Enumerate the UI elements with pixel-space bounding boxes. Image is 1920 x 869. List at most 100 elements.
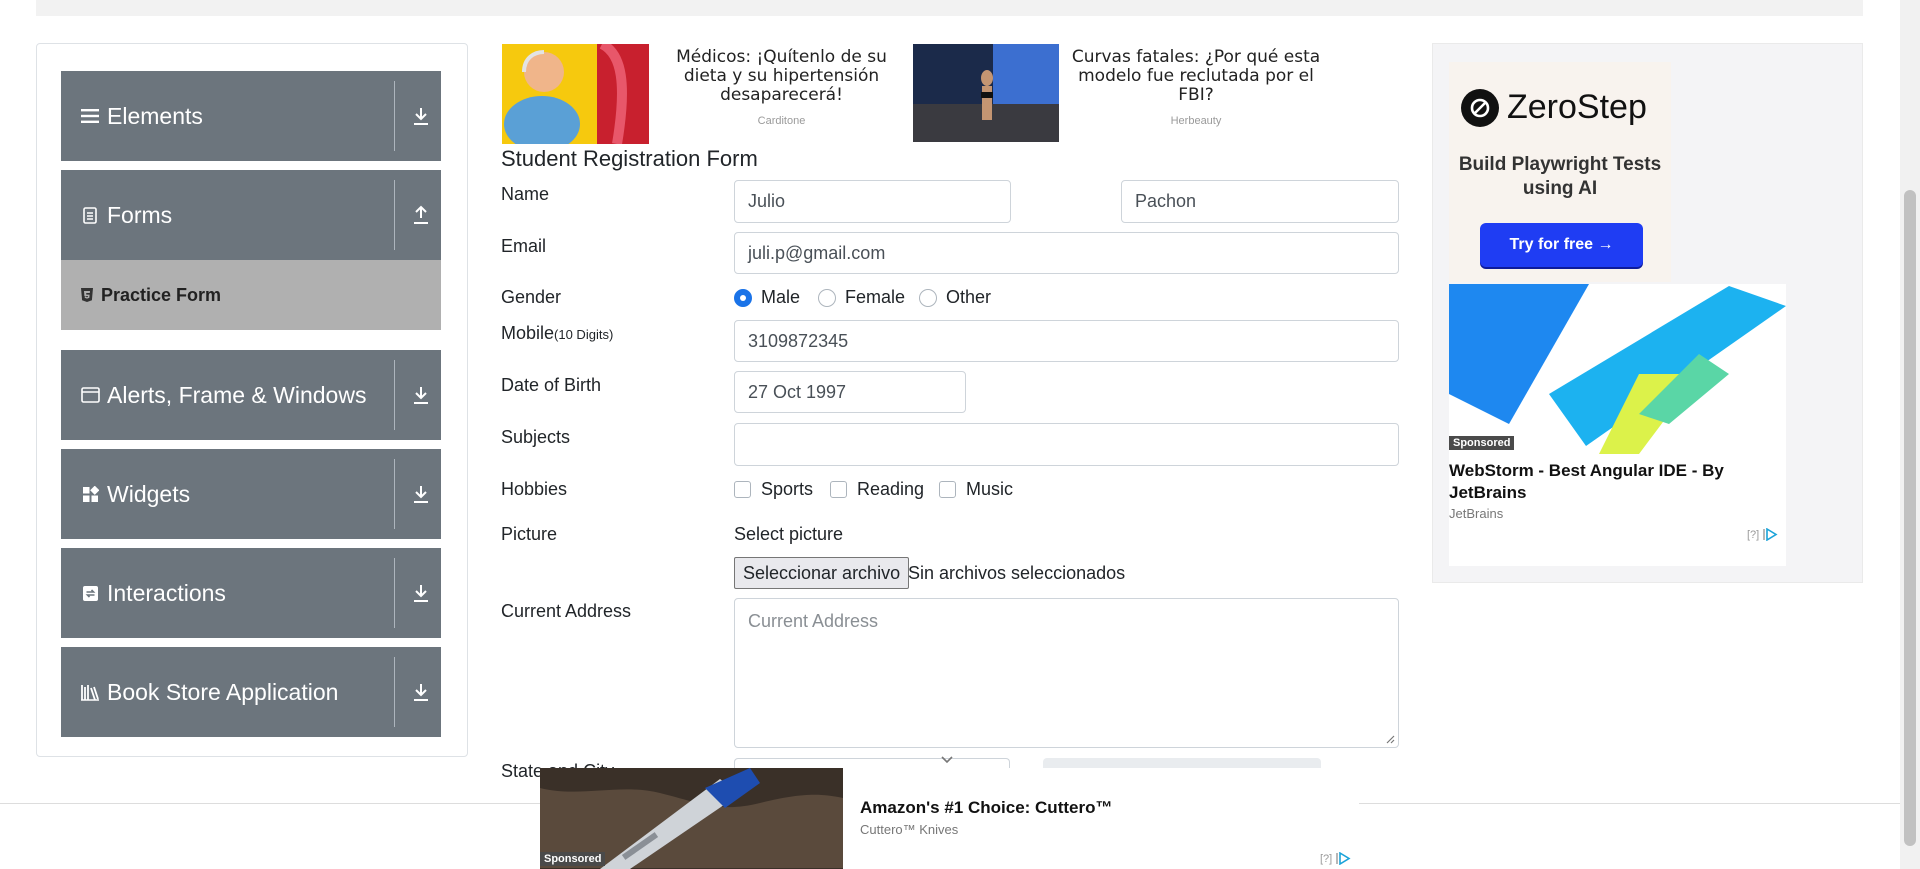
name-label: Name xyxy=(501,184,550,204)
footer-divider xyxy=(0,803,540,804)
date-of-birth-input[interactable]: 27 Oct 1997 xyxy=(734,371,966,413)
divider xyxy=(394,558,395,628)
checkbox-label: Sports xyxy=(761,479,814,499)
sponsored-badge: Sponsored xyxy=(540,852,606,866)
window-icon xyxy=(79,384,101,406)
ad-choices-label: [?] xyxy=(1747,528,1760,541)
radio-selected-icon xyxy=(734,288,752,307)
top-banner-strip xyxy=(36,0,1863,16)
sidebar: Elements Forms Practice Form Alerts, Fra… xyxy=(36,43,468,757)
ad-image xyxy=(913,44,1059,142)
checkbox-label: Reading xyxy=(857,479,925,499)
ad-source: Herbeauty xyxy=(1170,115,1222,127)
sidebar-group-widgets[interactable]: Widgets xyxy=(61,449,441,539)
email-input[interactable]: juli.p@gmail.com xyxy=(734,232,1399,274)
interaction-icon xyxy=(79,582,101,604)
radio-icon xyxy=(919,288,937,307)
file-status: Sin archivos seleccionados xyxy=(908,563,1126,583)
download-arrow-icon[interactable] xyxy=(409,383,433,407)
sidebar-group-book-store[interactable]: Book Store Application xyxy=(61,647,441,737)
html5-icon xyxy=(79,287,95,303)
hobby-checkbox-reading[interactable]: Reading xyxy=(830,479,924,500)
bottom-ad-title[interactable]: Amazon's #1 Choice: Cuttero™ xyxy=(860,798,1112,818)
divider xyxy=(394,180,395,250)
zerostep-brand: ZeroStep xyxy=(1461,88,1647,127)
download-arrow-icon[interactable] xyxy=(409,680,433,704)
first-name-input[interactable]: Julio xyxy=(734,180,1011,223)
ad-source: Carditone xyxy=(757,115,806,127)
native-ad-2[interactable]: Curvas fatales: ¿Por qué esta modelo fue… xyxy=(913,44,1329,144)
webstorm-ad-title[interactable]: WebStorm - Best Angular IDE - By JetBrai… xyxy=(1449,460,1769,504)
gender-radio-male[interactable]: Male xyxy=(734,287,800,308)
sponsored-badge: Sponsored xyxy=(1449,436,1515,450)
chevron-down-icon xyxy=(941,756,953,764)
ad-image: Sponsored xyxy=(540,768,843,869)
divider xyxy=(394,360,395,430)
picture-hint: Select picture xyxy=(734,524,844,544)
bottom-sticky-ad[interactable]: Sponsored Amazon's #1 Choice: Cuttero™ C… xyxy=(540,768,1359,869)
choose-file-button[interactable]: Seleccionar archivo xyxy=(734,557,910,589)
widgets-icon xyxy=(79,483,101,505)
gender-radio-female[interactable]: Female xyxy=(818,287,905,308)
sidebar-group-label: Forms xyxy=(107,201,173,228)
hobby-checkbox-music[interactable]: Music xyxy=(939,479,1013,500)
footer-divider xyxy=(1359,803,1900,804)
checkbox-icon xyxy=(830,481,847,498)
download-arrow-icon[interactable] xyxy=(409,581,433,605)
sidebar-group-alerts[interactable]: Alerts, Frame & Windows xyxy=(61,350,441,440)
page: Elements Forms Practice Form Alerts, Fra… xyxy=(0,0,1920,869)
subjects-label: Subjects xyxy=(501,427,571,447)
sidebar-group-interactions[interactable]: Interactions xyxy=(61,548,441,638)
native-ad-1[interactable]: Médicos: ¡Quítenlo de su dieta y su hipe… xyxy=(502,44,908,144)
mobile-label-text: Mobile xyxy=(501,323,555,343)
ad-choices[interactable]: [?] xyxy=(1747,528,1778,541)
sidebar-group-label: Alerts, Frame & Windows xyxy=(107,381,367,408)
upload-arrow-icon[interactable] xyxy=(409,203,433,227)
sidebar-group-elements[interactable]: Elements xyxy=(61,71,441,161)
gender-label: Gender xyxy=(501,287,562,307)
ad-image xyxy=(502,44,649,144)
books-icon xyxy=(79,681,101,703)
checkbox-icon xyxy=(734,481,751,498)
radio-label: Other xyxy=(946,287,992,307)
divider xyxy=(394,657,395,727)
scrollbar-thumb[interactable] xyxy=(1904,190,1916,846)
ad-choices-label: [?] xyxy=(1320,852,1333,865)
vertical-scrollbar[interactable] xyxy=(1900,0,1920,869)
resize-grip-icon[interactable] xyxy=(1385,734,1395,744)
gender-radio-other[interactable]: Other xyxy=(919,287,991,308)
hobby-checkbox-sports[interactable]: Sports xyxy=(734,479,813,500)
picture-label: Picture xyxy=(501,524,558,544)
current-address-label: Current Address xyxy=(501,601,632,621)
radio-icon xyxy=(818,288,836,307)
webstorm-ad[interactable]: Sponsored WebStorm - Best Angular IDE - … xyxy=(1449,284,1786,566)
sidebar-item-label: Practice Form xyxy=(101,284,222,305)
side-ad[interactable]: ZeroStep Build Playwright Tests using AI… xyxy=(1432,43,1863,583)
ad-choices-icon xyxy=(1336,852,1351,865)
mobile-input[interactable]: 3109872345 xyxy=(734,320,1399,362)
zerostep-subtitle: Build Playwright Tests using AI xyxy=(1458,154,1662,199)
try-for-free-button[interactable]: Try for free → xyxy=(1480,223,1643,267)
subjects-input[interactable] xyxy=(734,423,1399,466)
ad-choices[interactable]: [?] xyxy=(1320,852,1351,865)
dob-label: Date of Birth xyxy=(501,375,602,395)
zerostep-name: ZeroStep xyxy=(1507,88,1647,126)
download-arrow-icon[interactable] xyxy=(409,482,433,506)
radio-label: Male xyxy=(761,287,801,307)
hobbies-label: Hobbies xyxy=(501,479,568,499)
ad-headline: Médicos: ¡Quítenlo de su dieta y su hipe… xyxy=(676,47,887,105)
current-address-textarea[interactable]: Current Address xyxy=(734,598,1399,748)
checkbox-icon xyxy=(939,481,956,498)
radio-label: Female xyxy=(845,287,906,307)
sidebar-group-forms[interactable]: Forms xyxy=(61,170,441,260)
zerostep-ad[interactable]: ZeroStep Build Playwright Tests using AI… xyxy=(1449,62,1671,282)
ad-choices-icon xyxy=(1763,528,1778,541)
webstorm-graphic xyxy=(1449,284,1786,454)
checkbox-label: Music xyxy=(966,479,1014,499)
ad-headline: Curvas fatales: ¿Por qué esta modelo fue… xyxy=(1071,47,1321,105)
sidebar-item-practice-form[interactable]: Practice Form xyxy=(61,260,441,330)
download-arrow-icon[interactable] xyxy=(409,104,433,128)
last-name-input[interactable]: Pachon xyxy=(1121,180,1399,223)
textarea-placeholder: Current Address xyxy=(748,611,879,631)
zerostep-logo-icon xyxy=(1461,88,1499,127)
